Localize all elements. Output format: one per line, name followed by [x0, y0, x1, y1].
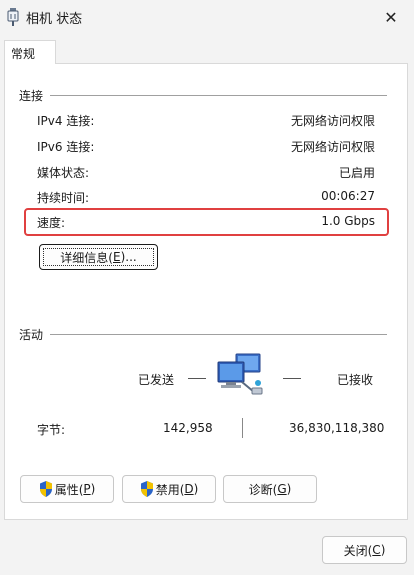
received-dash: [283, 378, 301, 379]
speed-value: 1.0 Gbps: [321, 214, 375, 228]
sent-dash: [188, 378, 206, 379]
close-window-button[interactable]: ✕: [368, 0, 414, 34]
tab-panel: [4, 63, 408, 520]
ipv4-label: IPv4 连接:: [37, 114, 95, 128]
uac-shield-icon: [39, 481, 52, 497]
diagnose-button[interactable]: 诊断(G): [223, 475, 317, 503]
network-computers-icon: [217, 353, 263, 395]
bytes-separator: [242, 418, 243, 438]
sent-label: 已发送: [138, 373, 175, 387]
connection-group-label: 连接: [19, 89, 44, 103]
media-state-value: 已启用: [338, 166, 375, 180]
activity-group-label: 活动: [19, 328, 44, 342]
window-title: 相机 状态: [26, 12, 83, 27]
tab-general-label: 常规: [11, 47, 36, 61]
network-adapter-icon: [7, 8, 19, 26]
disable-button[interactable]: 禁用(D): [122, 475, 216, 503]
duration-value: 00:06:27: [321, 189, 375, 203]
close-icon: ✕: [384, 7, 398, 27]
details-button[interactable]: 详细信息(E)...: [39, 244, 158, 270]
ipv6-label: IPv6 连接:: [37, 140, 95, 154]
tab-general[interactable]: 常规: [4, 40, 56, 64]
received-label: 已接收: [337, 373, 374, 387]
connection-divider: [50, 95, 387, 96]
bytes-received-value: 36,830,118,380: [289, 421, 385, 435]
media-state-label: 媒体状态:: [37, 166, 90, 180]
ipv4-value: 无网络访问权限: [290, 114, 375, 128]
speed-label: 速度:: [37, 216, 66, 230]
bytes-sent-value: 142,958: [163, 421, 213, 435]
ipv6-value: 无网络访问权限: [290, 140, 375, 154]
title-bar: 相机 状态 ✕: [0, 0, 414, 34]
bytes-label: 字节:: [37, 423, 66, 437]
activity-divider: [50, 334, 387, 335]
duration-label: 持续时间:: [37, 191, 90, 205]
properties-button[interactable]: 属性(P): [20, 475, 114, 503]
uac-shield-icon: [140, 481, 153, 497]
close-button[interactable]: 关闭(C): [322, 536, 407, 564]
